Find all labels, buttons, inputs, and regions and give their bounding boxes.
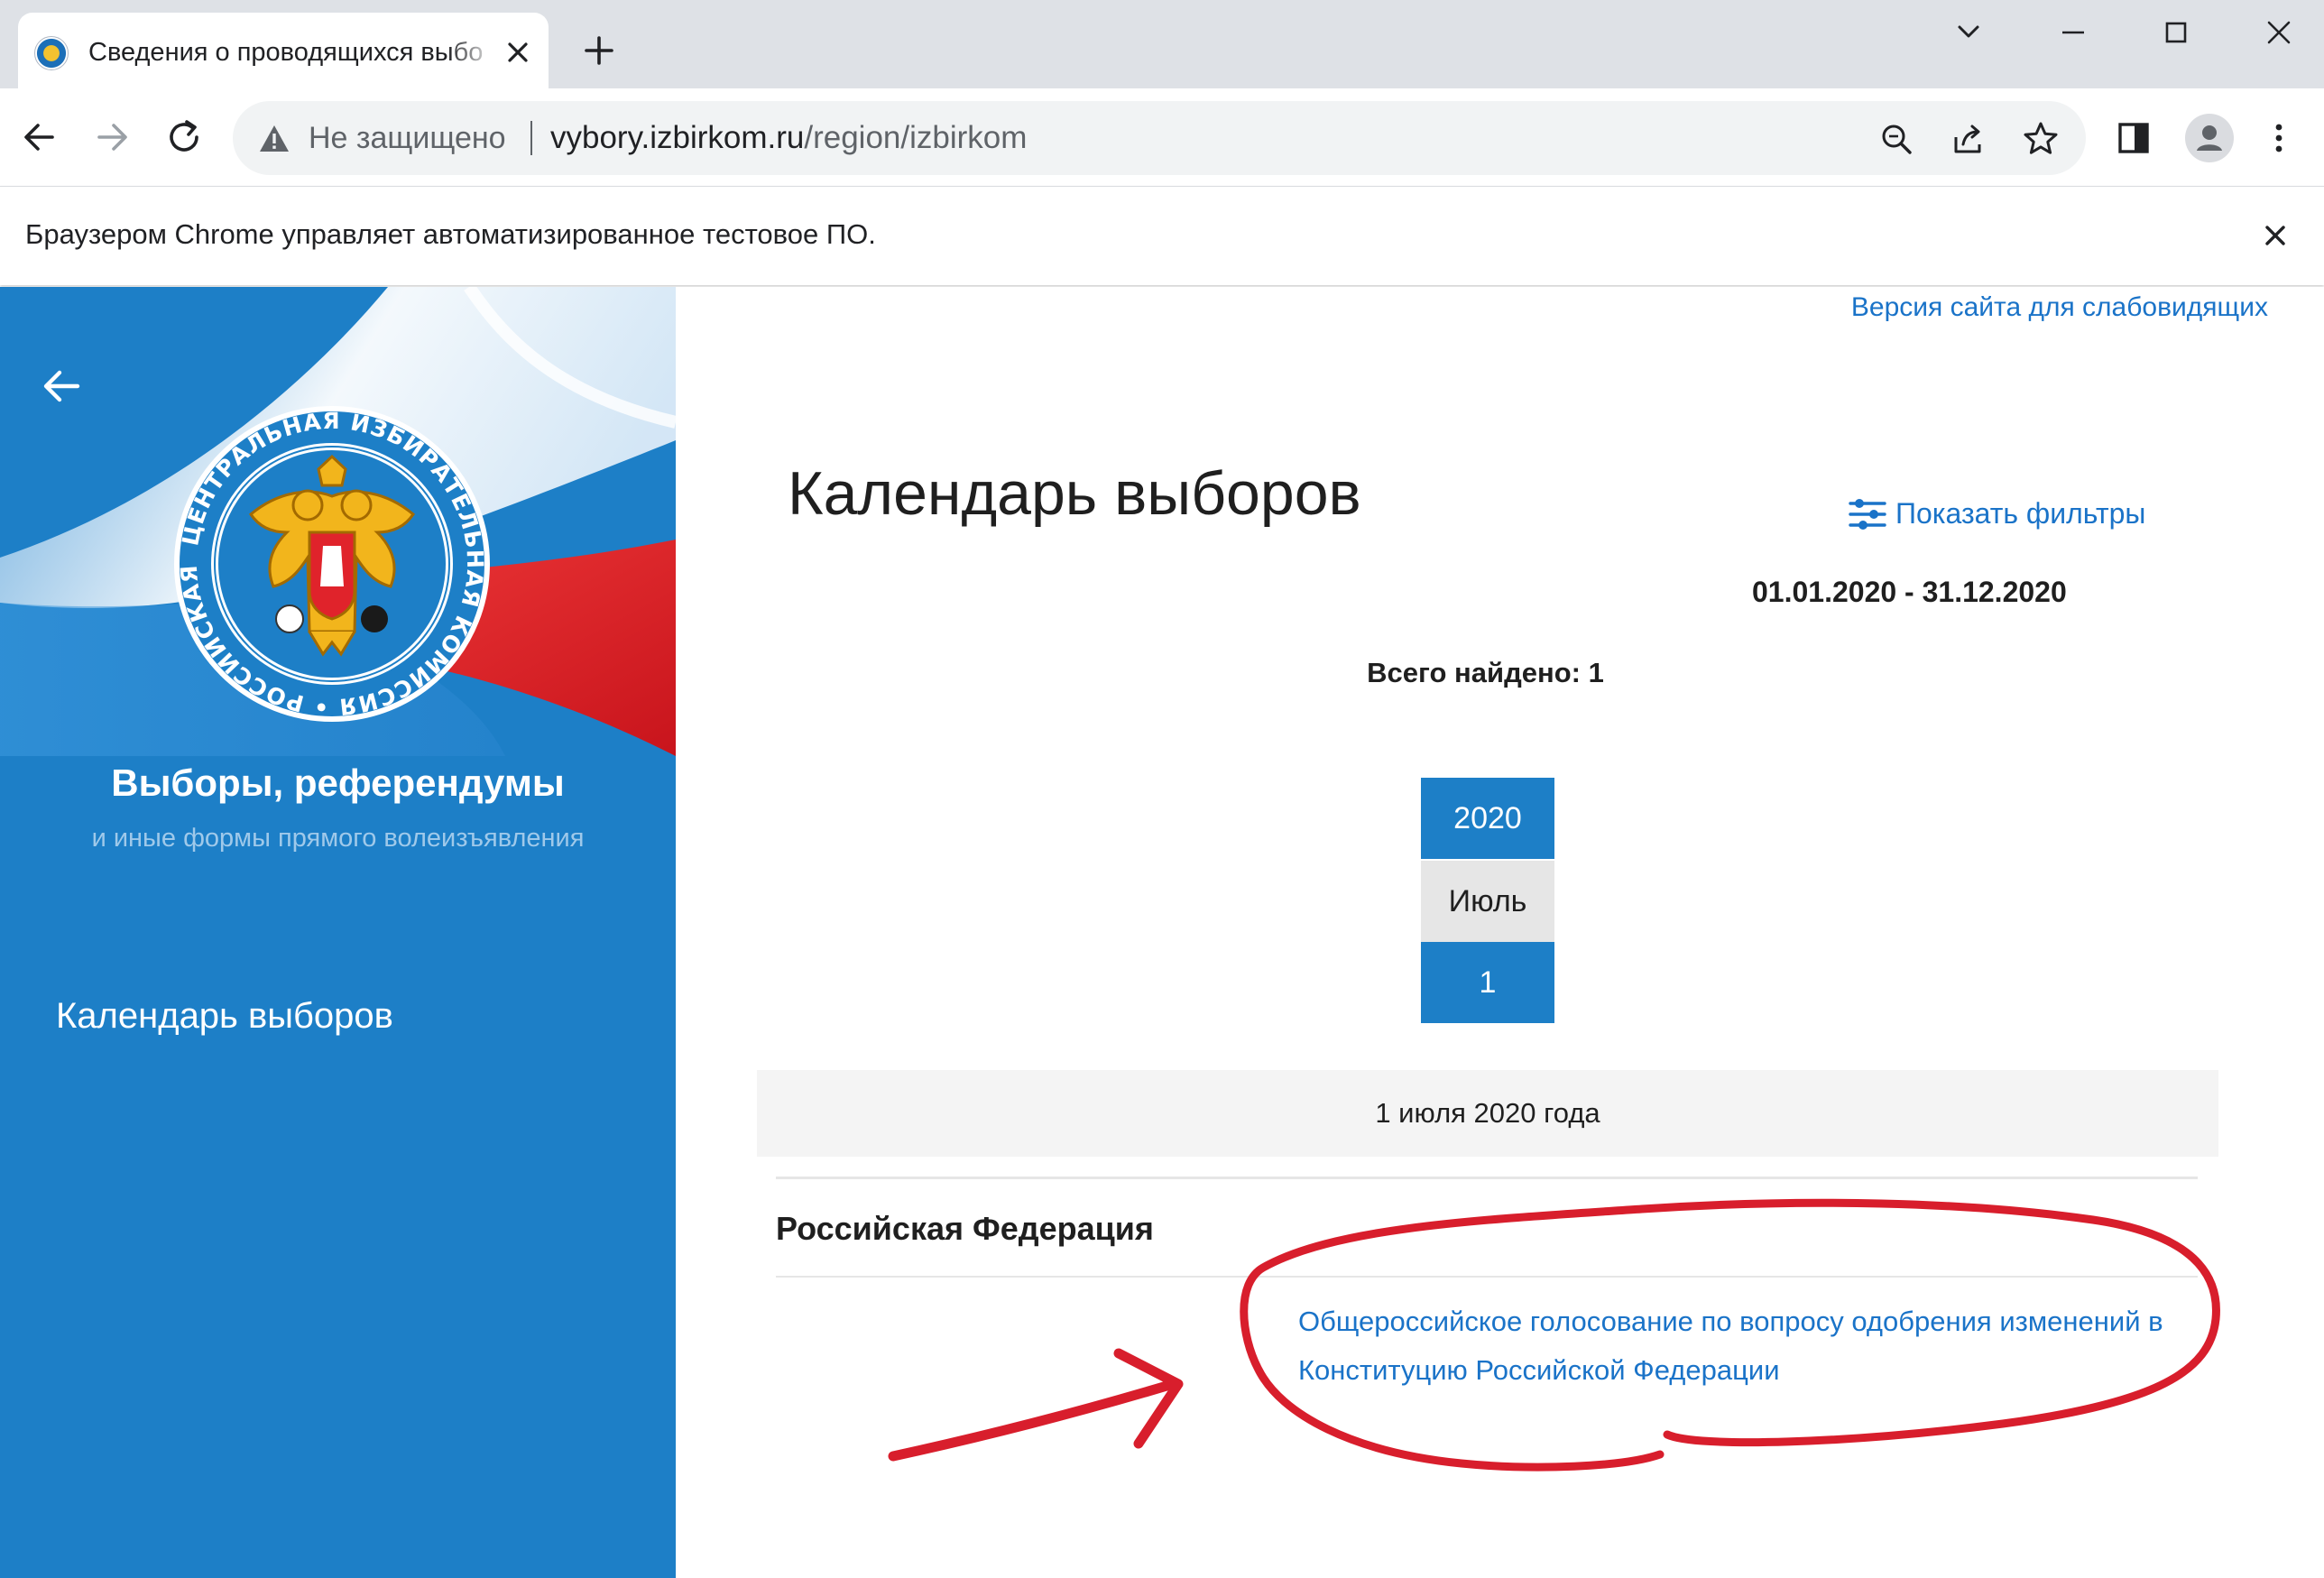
warning-icon[interactable]	[258, 123, 290, 155]
divider	[776, 1177, 2198, 1179]
url-path: /region/izbirkom	[804, 120, 1028, 155]
url-text[interactable]: vybory.izbirkom.ru/region/izbirkom	[550, 117, 1027, 159]
browser-toolbar: Не защищено vybory.izbirkom.ru/region/iz…	[0, 88, 2324, 186]
automation-infobar: Браузером Chrome управляет автоматизиров…	[0, 186, 2324, 285]
page-title: Календарь выборов	[788, 459, 1361, 528]
profile-avatar-icon[interactable]	[2183, 112, 2236, 164]
tab-search-icon[interactable]	[1941, 13, 1996, 52]
reload-icon[interactable]	[157, 110, 211, 164]
election-link[interactable]: Общероссийское голосование по вопросу од…	[1298, 1297, 2209, 1395]
address-bar[interactable]: Не защищено vybory.izbirkom.ru/region/iz…	[233, 101, 2086, 175]
sidebar-item-election-calendar[interactable]: Календарь выборов	[56, 991, 393, 1041]
sidebar-subtitle: и иные формы прямого волеизъявления	[91, 824, 585, 853]
infobar-close-icon[interactable]	[2255, 216, 2295, 255]
filter-sliders-icon	[1849, 496, 1886, 532]
share-icon[interactable]	[1949, 119, 1988, 159]
maximize-icon[interactable]	[2149, 13, 2203, 52]
accessibility-version-link[interactable]: Версия сайта для слабовидящих	[1851, 287, 2268, 328]
sidebar: ЦЕНТРАЛЬНАЯ ИЗБИРАТЕЛЬНАЯ КОМИССИЯ • РОС…	[0, 287, 676, 1578]
divider	[776, 1276, 2198, 1278]
new-tab-icon[interactable]	[574, 31, 624, 70]
main-content: Версия сайта для слабовидящих Календарь …	[676, 287, 2324, 1578]
bookmark-star-icon[interactable]	[2021, 119, 2061, 159]
security-status-label[interactable]: Не защищено	[309, 117, 506, 159]
window-close-icon[interactable]	[2252, 13, 2306, 52]
back-arrow-icon[interactable]	[40, 365, 83, 408]
results-count: Всего найдено: 1	[1367, 657, 1604, 688]
back-icon[interactable]	[13, 110, 67, 164]
calendar-day[interactable]: 1	[1421, 942, 1554, 1023]
date-group-header: 1 июля 2020 года	[757, 1070, 2218, 1157]
show-filters-label: Показать фильтры	[1895, 497, 2146, 530]
side-panel-icon[interactable]	[2111, 115, 2156, 161]
zoom-icon[interactable]	[1877, 119, 1916, 159]
region-name: Российская Федерация	[776, 1210, 1154, 1247]
calendar-year[interactable]: 2020	[1421, 778, 1554, 859]
forward-icon[interactable]	[85, 110, 139, 164]
tab-title: Сведения о проводящихся выбо	[88, 38, 484, 67]
url-separator	[530, 121, 532, 155]
browser-tab-strip: Сведения о проводящихся выбо	[0, 0, 2324, 88]
sidebar-title: Выборы, референдумы	[111, 761, 565, 804]
cik-emblem-icon	[34, 36, 69, 70]
browser-tab[interactable]: Сведения о проводящихся выбо	[18, 13, 549, 88]
url-host: vybory.izbirkom.ru	[550, 120, 805, 155]
calendar-month[interactable]: Июль	[1421, 861, 1554, 942]
minimize-icon[interactable]	[2046, 13, 2100, 52]
close-tab-icon[interactable]	[498, 32, 538, 72]
menu-kebab-icon[interactable]	[2261, 115, 2297, 161]
date-range: 01.01.2020 - 31.12.2020	[1752, 576, 2067, 608]
cik-emblem-icon: ЦЕНТРАЛЬНАЯ ИЗБИРАТЕЛЬНАЯ КОМИССИЯ • РОС…	[174, 406, 490, 722]
infobar-message: Браузером Chrome управляет автоматизиров…	[25, 218, 876, 250]
